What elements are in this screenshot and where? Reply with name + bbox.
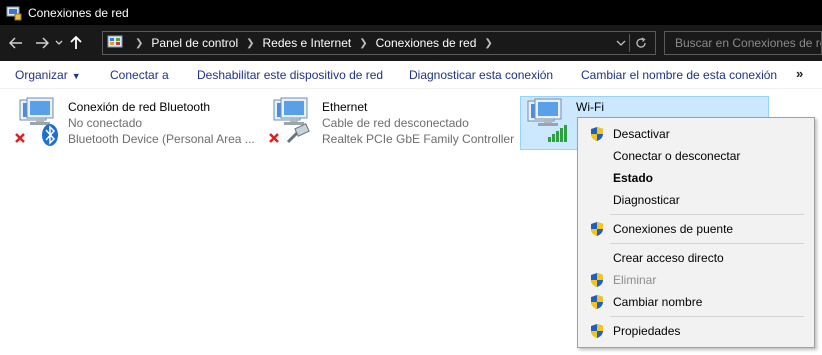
breadcrumb-separator-icon[interactable]: ❯ [246, 38, 254, 49]
organize-menu-button[interactable]: Organizar ▼ [15, 68, 81, 82]
breadcrumb-panel-de-control[interactable]: Panel de control [151, 36, 238, 50]
uac-shield-icon [591, 295, 603, 309]
window-title: Conexiones de red [28, 5, 129, 20]
uac-shield-icon [591, 127, 603, 141]
control-panel-icon [107, 35, 123, 48]
menu-separator [610, 316, 804, 317]
menu-item-label: Estado [613, 171, 654, 185]
breadcrumb-separator-icon[interactable]: ❯ [135, 38, 143, 49]
menu-item-conexiones-de-puente[interactable]: Conexiones de puente [580, 218, 812, 240]
breadcrumb-separator-icon[interactable]: ❯ [484, 38, 492, 49]
back-arrow-icon [9, 37, 22, 49]
up-arrow-icon [70, 36, 82, 49]
menu-item-crear-acceso-directo[interactable]: Crear acceso directo [580, 247, 812, 269]
menu-item-label: Eliminar [613, 273, 657, 287]
more-commands-button[interactable]: » [796, 66, 803, 81]
menu-item-label: Desactivar [613, 127, 670, 141]
menu-item-label: Crear acceso directo [613, 251, 724, 265]
dropdown-arrow-icon: ▼ [71, 71, 81, 81]
menu-item-conectar-o-desconectar[interactable]: Conectar o desconectar [580, 145, 812, 167]
menu-item-cambiar-nombre[interactable]: Cambiar nombre [580, 291, 812, 313]
connection-status: Cable de red desconectado [322, 116, 469, 130]
address-history-dropdown[interactable] [613, 38, 629, 49]
refresh-button[interactable] [629, 34, 651, 52]
uac-shield-icon [591, 324, 603, 338]
organize-label: Organizar [15, 68, 68, 82]
menu-item-label: Conectar o desconectar [613, 149, 741, 163]
menu-item-label: Cambiar nombre [613, 295, 703, 309]
diagnose-button[interactable]: Diagnosticar esta conexión [409, 68, 553, 82]
connection-device: Realtek PCIe GbE Family Controller [322, 132, 515, 146]
menu-separator [610, 243, 804, 244]
rename-connection-button[interactable]: Cambiar el nombre de esta conexión [581, 68, 777, 82]
menu-item-estado[interactable]: Estado [580, 167, 812, 189]
uac-shield-icon [591, 273, 603, 287]
search-input[interactable]: Buscar en Conexiones de red [664, 31, 822, 55]
connect-to-button[interactable]: Conectar a [110, 68, 169, 82]
title-bar: Conexiones de red [0, 0, 822, 25]
menu-item-label: Conexiones de puente [613, 222, 734, 236]
recent-locations-button[interactable] [52, 31, 66, 55]
breadcrumb-conexiones-de-red[interactable]: Conexiones de red [376, 36, 477, 50]
connection-name: Ethernet [322, 100, 368, 114]
up-button[interactable] [66, 31, 86, 55]
menu-separator [610, 214, 804, 215]
breadcrumb-redes-e-internet[interactable]: Redes e Internet [263, 36, 352, 50]
menu-item-eliminar: Eliminar [580, 269, 812, 291]
back-button[interactable] [6, 31, 26, 55]
forward-button[interactable] [32, 31, 52, 55]
menu-item-label: Propiedades [613, 324, 681, 338]
chevron-down-icon [616, 40, 626, 46]
connection-item-bluetooth[interactable]: Conexión de red Bluetooth No conectado B… [14, 96, 264, 148]
connection-status: No conectado [68, 116, 143, 130]
address-bar[interactable]: ❯ Panel de control ❯ Redes e Internet ❯ … [102, 31, 656, 55]
menu-item-diagnosticar[interactable]: Diagnosticar [580, 189, 812, 211]
command-bar: Organizar ▼ Conectar a Deshabilitar este … [0, 61, 822, 89]
menu-item-propiedades[interactable]: Propiedades [580, 320, 812, 342]
breadcrumb-separator-icon[interactable]: ❯ [359, 38, 367, 49]
wifi-network-icon [522, 97, 570, 145]
ethernet-network-icon [268, 96, 316, 144]
bluetooth-network-icon [14, 96, 62, 146]
connection-item-ethernet[interactable]: Ethernet Cable de red desconectado Realt… [268, 96, 518, 148]
forward-arrow-icon [36, 37, 49, 49]
chevron-down-icon [55, 40, 63, 45]
connection-device: Bluetooth Device (Personal Area ... [68, 132, 255, 146]
connection-name: Wi-Fi [576, 100, 604, 114]
menu-item-label: Diagnosticar [613, 193, 680, 207]
disable-device-button[interactable]: Deshabilitar este dispositivo de red [197, 68, 383, 82]
menu-item-desactivar[interactable]: Desactivar [580, 123, 812, 145]
context-menu: Desactivar Conectar o desconectar Estado… [577, 117, 815, 348]
refresh-icon [635, 37, 646, 48]
connection-name: Conexión de red Bluetooth [68, 100, 211, 114]
navigation-bar: ❯ Panel de control ❯ Redes e Internet ❯ … [0, 25, 822, 61]
network-connections-app-icon [6, 6, 22, 20]
uac-shield-icon [591, 222, 603, 236]
